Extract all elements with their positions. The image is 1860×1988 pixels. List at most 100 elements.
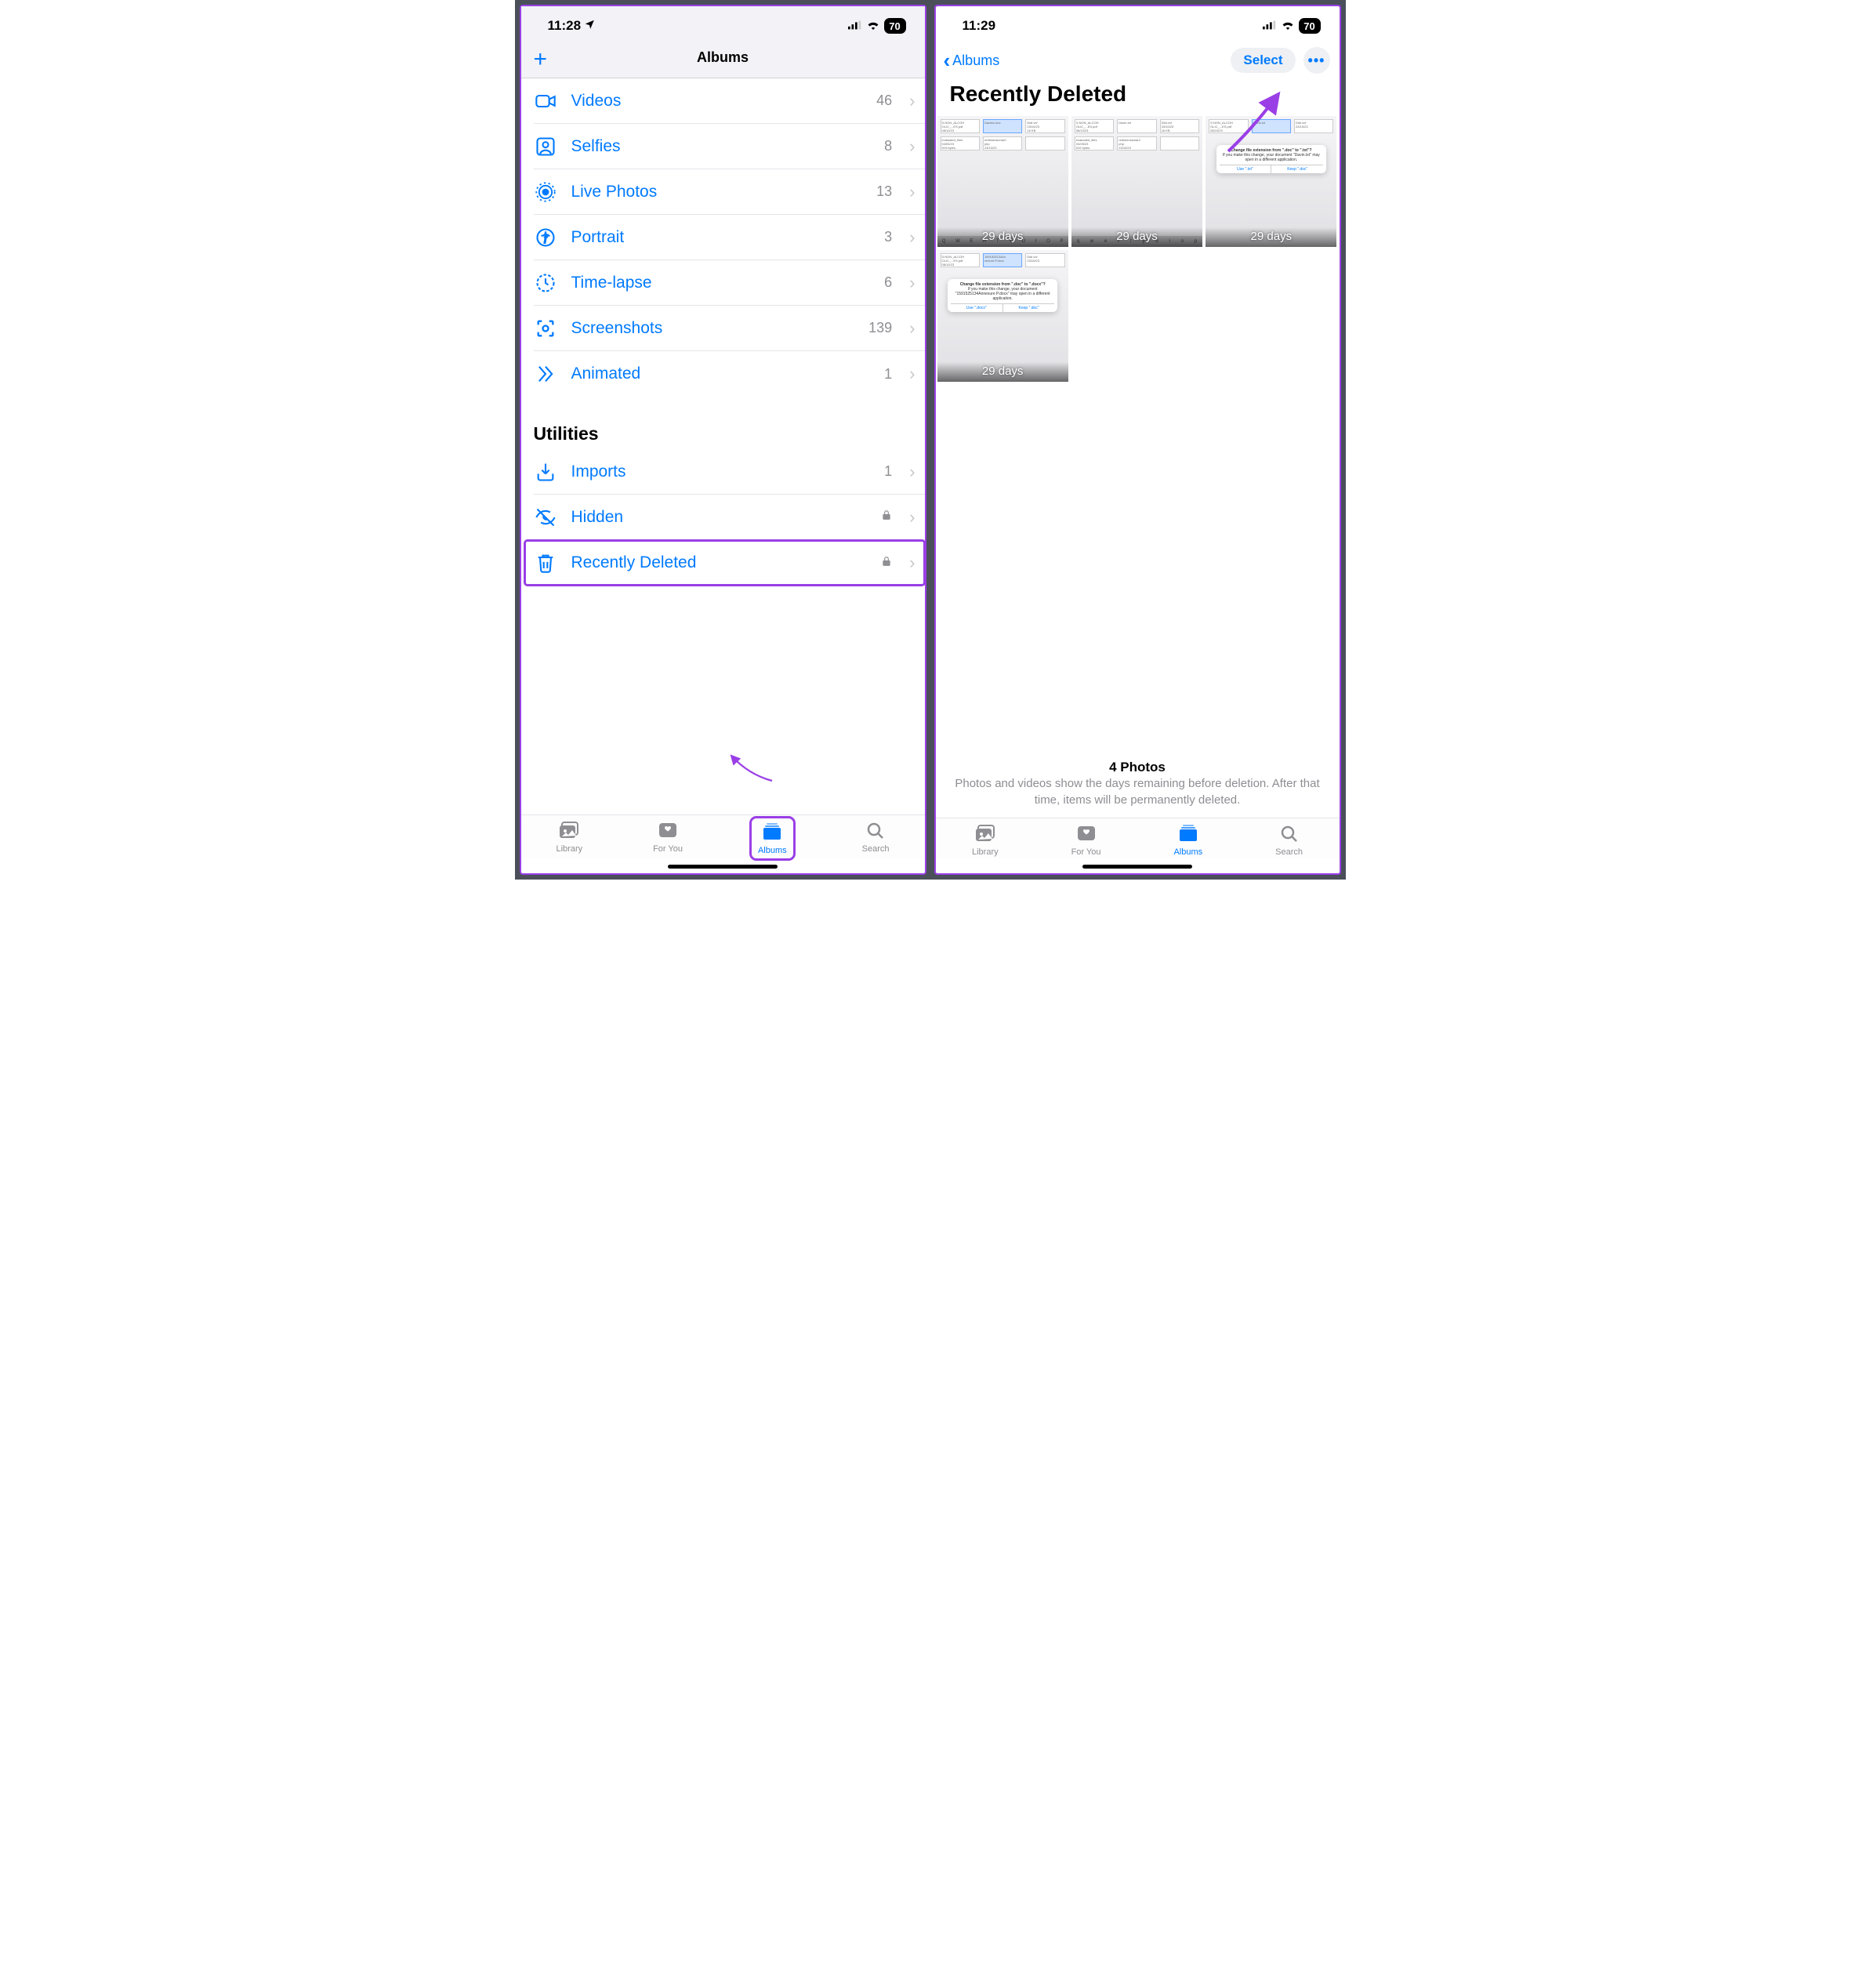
status-bar: 11:28 70 (521, 6, 925, 41)
deleted-thumbnail[interactable]: S.NON_ALCOHOLIC_...ES.pdf08/10/23020 KB … (1206, 116, 1336, 247)
media-row-animated[interactable]: Animated 1 › (534, 351, 925, 397)
home-indicator (1082, 865, 1192, 869)
status-time: 11:29 (963, 18, 996, 34)
utility-row-import[interactable]: Imports 1 › (534, 449, 925, 495)
footer-note: Photos and videos show the days remainin… (936, 775, 1340, 808)
media-types-list: Videos 46 › Selfies 8 › Live Photos 13 ›… (521, 78, 925, 397)
days-remaining: 29 days (937, 227, 1068, 247)
battery-indicator: 70 (884, 18, 906, 34)
utilities-list: Imports 1 › Hidden › Recently Deleted › (521, 449, 925, 586)
foryou-icon (1075, 823, 1097, 846)
media-row-selfie[interactable]: Selfies 8 › (534, 124, 925, 169)
chevron-right-icon: › (909, 227, 915, 248)
row-label: Hidden (571, 508, 868, 527)
tab-search[interactable]: Search (862, 820, 890, 857)
chevron-right-icon: › (909, 273, 915, 293)
utility-row-trash[interactable]: Recently Deleted › (524, 540, 925, 586)
albums-header: + Albums (521, 41, 925, 78)
deleted-thumbnail[interactable]: S.NON_ALCOHOLIC_...ES.pdf08/10/23020 KB … (937, 250, 1068, 381)
tab-foryou[interactable]: For You (1071, 823, 1101, 857)
days-remaining: 29 days (1071, 227, 1202, 247)
chevron-left-icon: ‹ (944, 50, 951, 71)
tab-label: Search (862, 844, 890, 854)
back-button[interactable]: ‹ Albums (944, 50, 1000, 71)
live-icon (534, 181, 557, 203)
utilities-header: Utilities (521, 397, 925, 449)
library-icon (558, 820, 580, 843)
footer-count: 4 Photos (936, 760, 1340, 775)
annotation-arrow (717, 751, 780, 782)
wifi-icon (866, 18, 880, 34)
days-remaining: 29 days (937, 362, 1068, 382)
tab-label: Search (1275, 847, 1303, 857)
portrait-icon: f (534, 227, 557, 248)
deleted-thumbnail[interactable]: S.NON_ALCOHOLIC_...ES.pdf08/10/23020 KB … (937, 116, 1068, 247)
row-label: Live Photos (571, 183, 863, 201)
phone-recently-deleted: 11:29 70 ‹ Albums Select ••• Rec (934, 5, 1341, 875)
tab-label: Library (556, 844, 582, 854)
timelapse-icon (534, 272, 557, 294)
tab-albums[interactable]: Albums (753, 820, 792, 857)
row-count: 139 (868, 320, 892, 336)
video-icon (534, 90, 557, 112)
page-title: Recently Deleted (936, 77, 1340, 116)
chevron-right-icon: › (909, 462, 915, 482)
chevron-right-icon: › (909, 136, 915, 157)
page-title: Albums (697, 49, 749, 66)
home-indicator (668, 865, 778, 869)
row-count: 6 (884, 274, 892, 291)
lock-icon (881, 509, 892, 525)
row-label: Portrait (571, 228, 871, 247)
status-time: 11:28 (548, 18, 582, 34)
wifi-icon (1281, 18, 1295, 34)
media-row-screenshot[interactable]: Screenshots 139 › (534, 306, 925, 351)
tab-search[interactable]: Search (1275, 823, 1303, 857)
search-icon (1278, 823, 1300, 846)
deleted-grid: S.NON_ALCOHOLIC_...ES.pdf08/10/23020 KB … (936, 116, 1340, 382)
deleted-thumbnail[interactable]: S.NON_ALCOHOLIC_...ES.pdf08/10/23020 KB … (1071, 116, 1202, 247)
row-label: Selfies (571, 137, 871, 156)
battery-indicator: 70 (1299, 18, 1321, 34)
row-label: Screenshots (571, 319, 855, 338)
screenshot-icon (534, 317, 557, 339)
row-label: Recently Deleted (571, 553, 868, 572)
animated-icon (534, 363, 557, 385)
tab-label: Albums (1173, 847, 1202, 857)
media-row-timelapse[interactable]: Time-lapse 6 › (534, 260, 925, 306)
import-icon (534, 461, 557, 483)
cellular-icon (848, 18, 862, 34)
media-row-portrait[interactable]: f Portrait 3 › (534, 215, 925, 260)
more-button[interactable]: ••• (1303, 47, 1330, 74)
chevron-right-icon: › (909, 182, 915, 202)
select-button[interactable]: Select (1231, 48, 1295, 73)
media-row-video[interactable]: Videos 46 › (534, 78, 925, 124)
tab-library[interactable]: Library (556, 820, 582, 857)
tab-label: Library (972, 847, 999, 857)
media-row-live[interactable]: Live Photos 13 › (534, 169, 925, 215)
row-label: Animated (571, 365, 871, 383)
row-count: 13 (876, 183, 892, 200)
row-count: 3 (884, 229, 892, 245)
days-remaining: 29 days (1206, 227, 1336, 247)
tab-albums[interactable]: Albums (1173, 823, 1202, 857)
row-label: Imports (571, 463, 871, 481)
row-count: 8 (884, 138, 892, 154)
utility-row-hidden[interactable]: Hidden › (534, 495, 925, 540)
row-label: Videos (571, 92, 863, 111)
tab-bar: Library For You Albums Search (521, 814, 925, 858)
tab-library[interactable]: Library (972, 823, 999, 857)
add-album-button[interactable]: + (534, 48, 548, 71)
hidden-icon (534, 506, 557, 528)
back-label: Albums (952, 53, 999, 69)
chevron-right-icon: › (909, 91, 915, 111)
cellular-icon (1263, 18, 1277, 34)
albums-icon (1177, 823, 1199, 846)
tab-foryou[interactable]: For You (653, 820, 683, 857)
selfie-icon (534, 136, 557, 158)
albums-icon (761, 822, 783, 844)
chevron-right-icon: › (909, 364, 915, 384)
nav-bar: ‹ Albums Select ••• (936, 41, 1340, 77)
foryou-icon (657, 820, 679, 843)
row-count: 46 (876, 93, 892, 109)
location-icon (584, 18, 595, 34)
